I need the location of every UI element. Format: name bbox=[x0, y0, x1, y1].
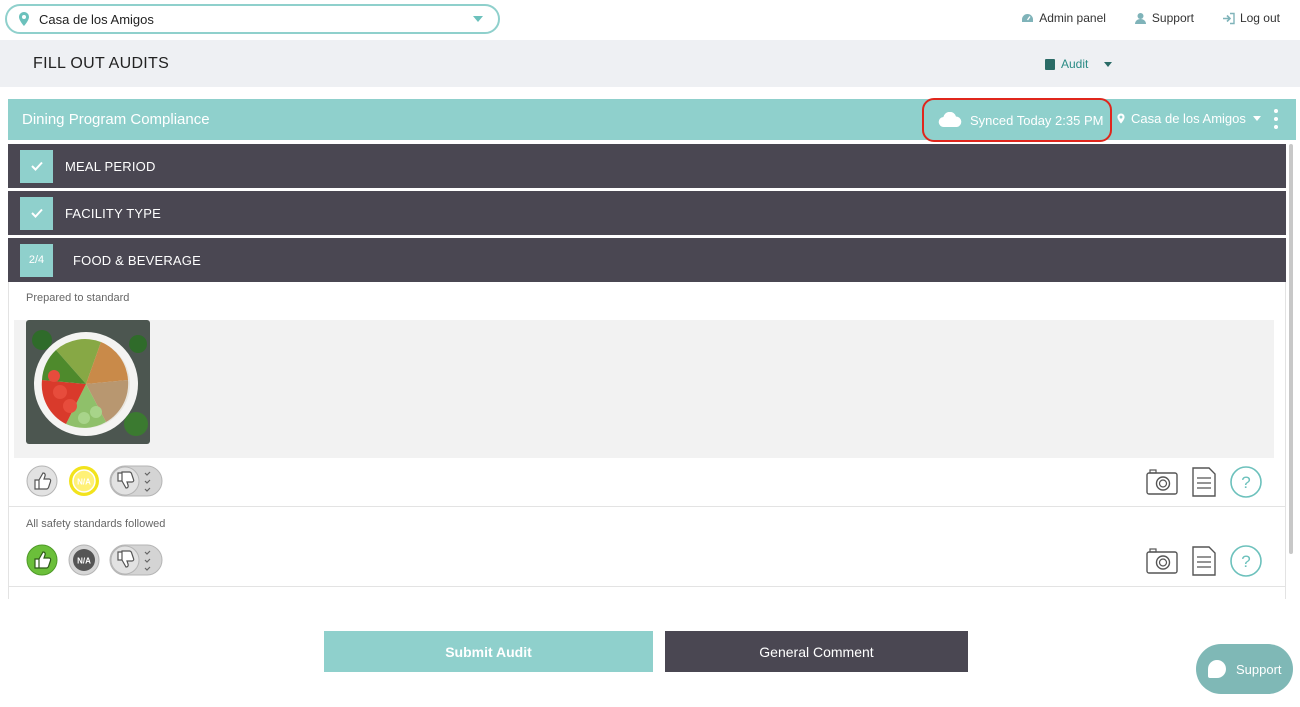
chat-bubble-icon bbox=[1208, 660, 1226, 678]
audit-panel-header: Dining Program Compliance Synced Today 2… bbox=[8, 98, 1296, 142]
audit-menu[interactable]: Audit bbox=[1045, 57, 1113, 71]
top-links: Admin panel Support Log out bbox=[1021, 11, 1280, 25]
support-link[interactable]: Support bbox=[1134, 11, 1194, 25]
logout-link[interactable]: Log out bbox=[1222, 11, 1280, 25]
svg-text:?: ? bbox=[1241, 552, 1250, 571]
camera-icon[interactable] bbox=[1145, 546, 1179, 576]
scrollbar[interactable] bbox=[1289, 144, 1293, 554]
section-food-beverage[interactable]: 2/4 FOOD & BEVERAGE bbox=[8, 238, 1286, 282]
chevron-down-icon bbox=[1252, 116, 1261, 121]
question-label: Prepared to standard bbox=[26, 292, 130, 304]
top-bar: Casa de los Amigos Admin panel Support L… bbox=[0, 0, 1300, 40]
na-label: N/A bbox=[77, 557, 91, 566]
audit-title: Dining Program Compliance bbox=[22, 111, 210, 128]
check-icon bbox=[30, 161, 43, 171]
section-status-badge bbox=[20, 196, 53, 230]
logout-label: Log out bbox=[1239, 11, 1280, 25]
question-tools: ? bbox=[1145, 544, 1263, 578]
audit-panel: Dining Program Compliance Synced Today 2… bbox=[8, 98, 1296, 599]
svg-text:?: ? bbox=[1241, 473, 1250, 492]
divider bbox=[9, 586, 1285, 587]
map-pin-icon bbox=[1117, 113, 1125, 124]
sync-status-text: Synced Today 2:35 PM bbox=[970, 112, 1104, 128]
map-pin-icon bbox=[19, 12, 29, 26]
food-photo[interactable] bbox=[26, 320, 150, 444]
question-label: All safety standards followed bbox=[26, 518, 166, 530]
not-applicable-button[interactable]: N/A bbox=[68, 544, 100, 576]
section-facility-type[interactable]: FACILITY TYPE bbox=[8, 191, 1286, 235]
section-meal-period[interactable]: MEAL PERIOD bbox=[8, 144, 1286, 188]
question-list: Prepared to standard N/A ? All safety st… bbox=[8, 282, 1286, 599]
dashboard-icon bbox=[1022, 13, 1034, 22]
panel-location-select[interactable]: Casa de los Amigos bbox=[1116, 111, 1261, 126]
support-chat-label: Support bbox=[1236, 661, 1282, 677]
check-icon bbox=[30, 208, 43, 218]
note-icon[interactable] bbox=[1191, 545, 1217, 577]
section-label: MEAL PERIOD bbox=[65, 158, 156, 174]
sign-out-icon bbox=[1222, 12, 1235, 24]
location-select[interactable]: Casa de los Amigos bbox=[5, 4, 500, 34]
section-label: FACILITY TYPE bbox=[65, 205, 162, 221]
thumbs-down-toggle[interactable] bbox=[109, 465, 163, 497]
chevron-down-icon bbox=[1104, 61, 1113, 67]
document-icon bbox=[1045, 58, 1055, 70]
location-select-value: Casa de los Amigos bbox=[39, 11, 154, 27]
thumbs-down-toggle[interactable] bbox=[109, 544, 163, 576]
page-header: FILL OUT AUDITS Audit bbox=[0, 40, 1300, 87]
help-icon[interactable]: ? bbox=[1229, 465, 1263, 499]
divider bbox=[9, 506, 1285, 507]
section-progress-badge: 2/4 bbox=[20, 243, 53, 277]
not-applicable-button[interactable]: N/A bbox=[68, 465, 100, 497]
admin-panel-link[interactable]: Admin panel bbox=[1021, 11, 1106, 25]
question-tools: ? bbox=[1145, 465, 1263, 499]
chevron-down-icon bbox=[473, 16, 483, 22]
note-icon[interactable] bbox=[1191, 466, 1217, 498]
na-label: N/A bbox=[77, 478, 91, 487]
thumbs-up-button[interactable] bbox=[26, 465, 58, 497]
support-chat-button[interactable]: Support bbox=[1196, 644, 1293, 694]
sync-status: Synced Today 2:35 PM bbox=[922, 98, 1112, 142]
cloud-icon bbox=[938, 112, 962, 128]
help-icon[interactable]: ? bbox=[1229, 544, 1263, 578]
section-label: FOOD & BEVERAGE bbox=[73, 252, 201, 268]
camera-icon[interactable] bbox=[1145, 467, 1179, 497]
general-comment-button[interactable]: General Comment bbox=[665, 631, 968, 672]
page-title: FILL OUT AUDITS bbox=[33, 55, 170, 72]
panel-location-label: Casa de los Amigos bbox=[1131, 111, 1246, 126]
support-label: Support bbox=[1151, 11, 1194, 25]
admin-panel-label: Admin panel bbox=[1039, 11, 1106, 25]
photo-strip bbox=[14, 320, 1274, 458]
thumbs-up-button[interactable] bbox=[26, 544, 58, 576]
more-options-icon[interactable] bbox=[1274, 109, 1280, 129]
user-icon bbox=[1134, 12, 1146, 24]
audit-menu-label: Audit bbox=[1061, 57, 1089, 71]
submit-audit-button[interactable]: Submit Audit bbox=[324, 631, 653, 672]
section-status-badge bbox=[20, 149, 53, 183]
